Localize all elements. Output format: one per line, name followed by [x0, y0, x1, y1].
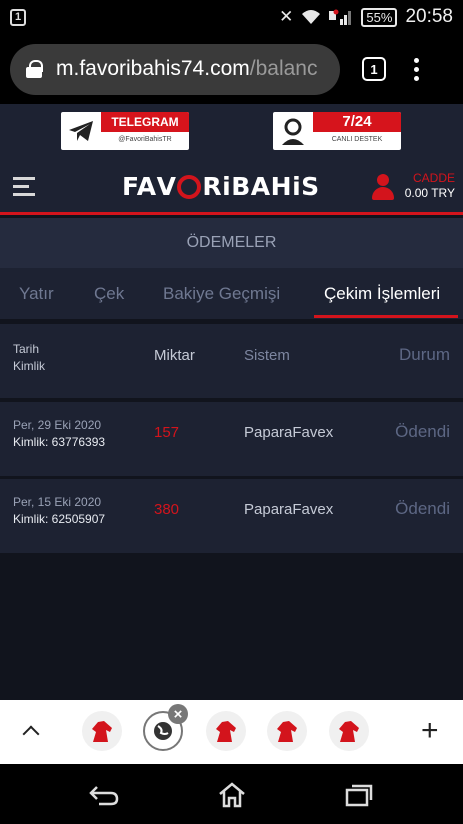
- battery-indicator: 55%: [361, 7, 398, 27]
- row-date: Per, 29 Eki 2020: [13, 418, 102, 432]
- wifi-icon: [302, 10, 321, 24]
- horse-logo-icon: [339, 721, 359, 742]
- horse-logo-icon: [92, 721, 112, 742]
- status-bar: 1 ✕ 55% 20:58: [0, 0, 463, 34]
- browser-tab-favicon[interactable]: [329, 711, 369, 751]
- user-account[interactable]: CADDE 0.00 TRY: [405, 171, 455, 201]
- row-amount: 380: [154, 501, 180, 518]
- recent-apps-icon[interactable]: [344, 781, 374, 809]
- logo-part: RiBAHiS: [202, 172, 320, 201]
- back-icon[interactable]: [89, 781, 119, 809]
- telegram-banner[interactable]: TELEGRAM @FavoriBahisTR: [61, 112, 189, 150]
- promo-strip: TELEGRAM @FavoriBahisTR 7/24 CANLI DESTE…: [0, 104, 463, 158]
- site-header: FA V RiBAHiS CADDE 0.00 TRY: [0, 158, 463, 215]
- globe-icon: [154, 722, 172, 740]
- logo-part: V: [156, 172, 177, 201]
- user-icon[interactable]: [372, 174, 394, 200]
- logo-part: FA: [122, 172, 157, 201]
- telegram-title: TELEGRAM: [101, 112, 189, 132]
- telegram-handle: @FavoriBahisTR: [118, 136, 172, 143]
- live-support-banner[interactable]: 7/24 CANLI DESTEK: [273, 112, 401, 150]
- mute-icon: ✕: [279, 7, 294, 26]
- tab-deposit[interactable]: Yatır: [19, 268, 54, 319]
- close-tab-icon[interactable]: ×: [168, 704, 188, 724]
- dot-icon: [414, 57, 419, 63]
- username: CADDE: [412, 171, 455, 185]
- column-system: Sistem: [244, 347, 290, 364]
- menu-line: [13, 177, 35, 180]
- chevron-up-icon[interactable]: [22, 722, 38, 738]
- browser-toolbar: m.favoribahis74.com/balanc 1: [0, 34, 463, 104]
- horse-logo-icon: [216, 721, 236, 742]
- support-subtitle: CANLI DESTEK: [331, 136, 383, 143]
- column-status: Durum: [398, 345, 450, 364]
- menu-line: [13, 193, 35, 196]
- dot-icon: [414, 75, 419, 81]
- table-row: Per, 15 Eki 2020 Kimlik: 62505907 380 Pa…: [0, 479, 463, 553]
- browser-menu-button[interactable]: [414, 57, 419, 81]
- new-tab-plus-icon[interactable]: +: [421, 716, 439, 746]
- tab-switcher-button[interactable]: 1: [362, 57, 386, 81]
- support-agent-icon: [273, 112, 313, 150]
- hamburger-menu-icon[interactable]: [13, 177, 35, 196]
- browser-tab-favicon[interactable]: [267, 711, 307, 751]
- row-system: PaparaFavex: [244, 501, 334, 518]
- address-bar[interactable]: m.favoribahis74.com/balanc: [10, 43, 340, 95]
- system-nav-bar: [0, 764, 463, 824]
- site-logo[interactable]: FA V RiBAHiS: [122, 172, 320, 201]
- active-tab-indicator: [314, 315, 458, 318]
- balance: 0.00 TRY: [404, 186, 455, 200]
- table-header: Tarih Kimlik Miktar Sistem Durum: [0, 324, 463, 398]
- row-date: Per, 15 Eki 2020: [13, 495, 102, 509]
- row-id: Kimlik: 62505907: [13, 512, 106, 526]
- url-text[interactable]: m.favoribahis74.com/balanc: [56, 57, 317, 81]
- clock: 20:58: [405, 6, 453, 27]
- column-id: Kimlik: [13, 359, 45, 373]
- page-title: ÖDEMELER: [0, 218, 463, 268]
- telegram-icon: [61, 112, 101, 150]
- browser-tab-current[interactable]: ×: [143, 704, 188, 751]
- browser-tab-favicon[interactable]: [206, 711, 246, 751]
- row-amount: 157: [154, 424, 180, 441]
- tab-balance-history[interactable]: Bakiye Geçmişi: [163, 268, 280, 319]
- browser-tab-strip: × +: [0, 700, 463, 764]
- dot-icon: [414, 66, 419, 72]
- signal-icon: [329, 9, 352, 25]
- support-title: 7/24: [313, 112, 401, 132]
- tab-withdrawal-transactions[interactable]: Çekim İşlemleri: [324, 268, 440, 319]
- lock-icon: [26, 60, 43, 78]
- home-icon[interactable]: [217, 781, 247, 809]
- logo-o-icon: [177, 174, 202, 199]
- horse-logo-icon: [277, 721, 297, 742]
- row-status: Ödendi: [395, 422, 450, 441]
- column-amount: Miktar: [154, 347, 195, 364]
- table-row: Per, 29 Eki 2020 Kimlik: 63776393 157 Pa…: [0, 402, 463, 476]
- sim-indicator: 1: [10, 8, 26, 26]
- browser-tab-favicon[interactable]: [82, 711, 122, 751]
- row-system: PaparaFavex: [244, 424, 334, 441]
- payment-tabs: Yatır Çek Bakiye Geçmişi Çekim İşlemleri: [0, 268, 463, 319]
- url-path: /balanc: [249, 57, 318, 80]
- row-status: Ödendi: [395, 499, 450, 518]
- column-date: Tarih: [13, 342, 40, 356]
- tab-withdraw[interactable]: Çek: [94, 268, 124, 319]
- menu-line: [13, 185, 29, 188]
- row-id: Kimlik: 63776393: [13, 435, 106, 449]
- url-host: m.favoribahis74.com: [56, 57, 250, 80]
